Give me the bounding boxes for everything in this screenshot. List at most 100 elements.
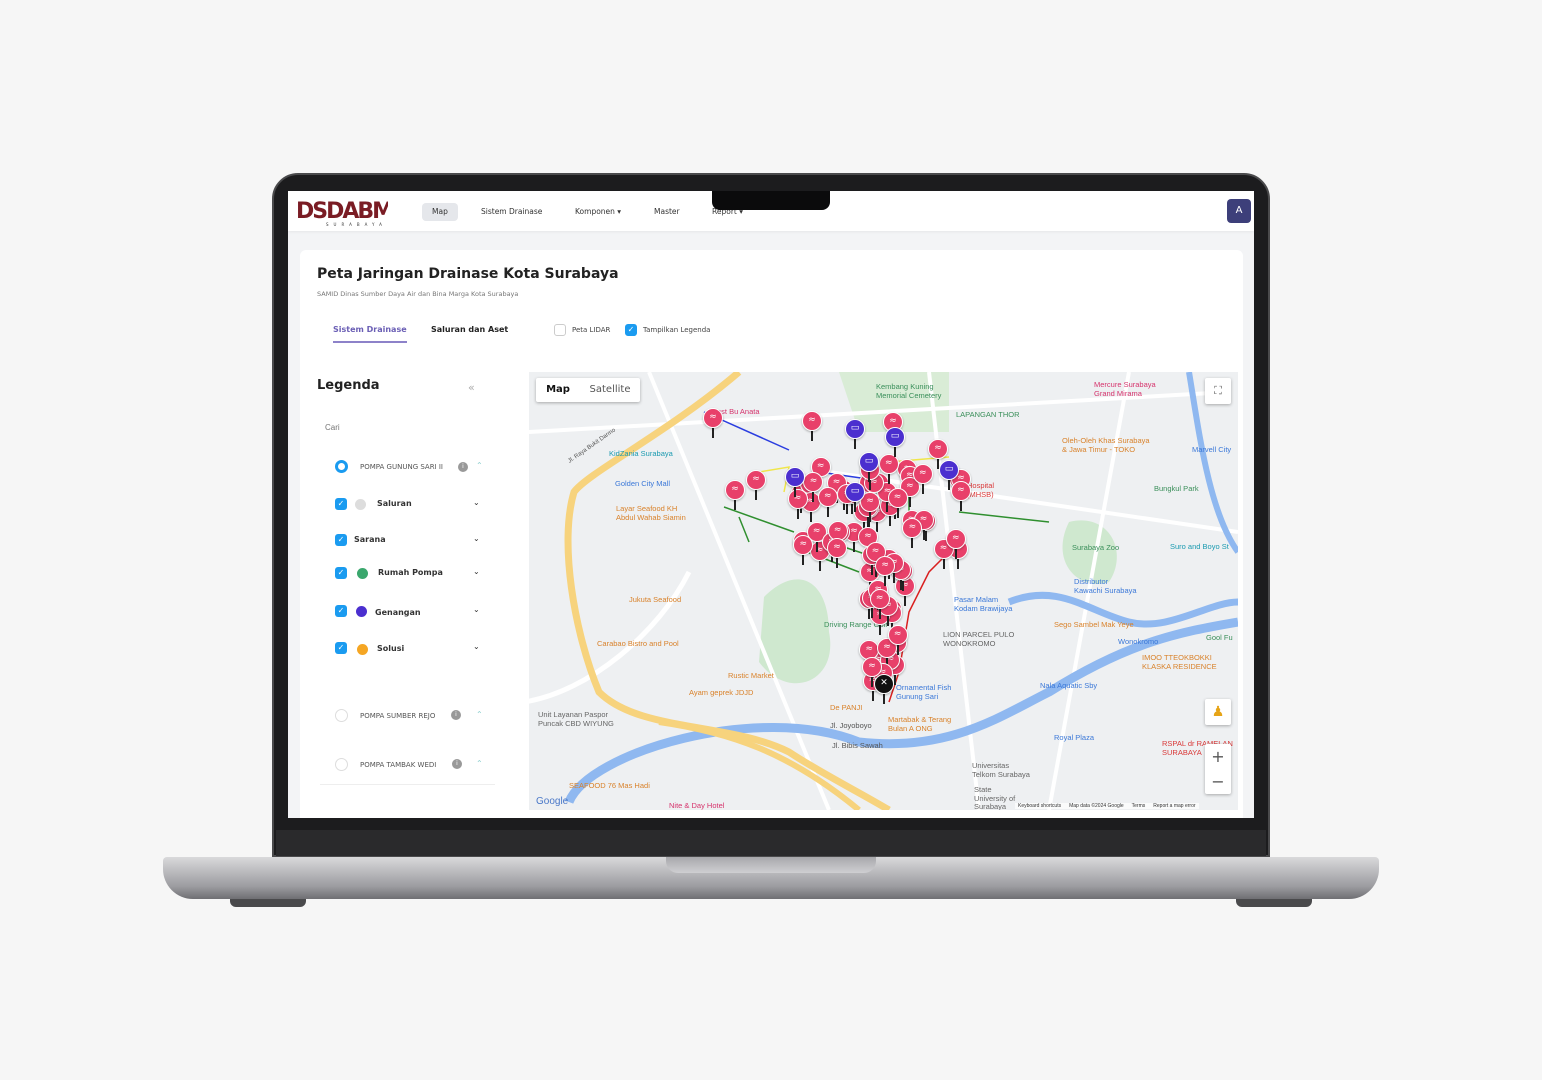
map-marker[interactable]: ≈	[869, 588, 890, 609]
chevron-up-icon[interactable]: ⌃	[476, 710, 483, 719]
map-place-label[interactable]: Bungkul Park	[1154, 484, 1199, 494]
map-place-label[interactable]: De PANJI	[830, 703, 862, 713]
map-marker[interactable]: ▭	[885, 427, 905, 447]
layer-checkbox[interactable]: ✓	[335, 498, 347, 510]
map-place-label[interactable]: Hospital (MHSB)	[967, 481, 994, 499]
map-marker[interactable]: ≈	[887, 625, 908, 646]
keyboard-shortcuts-link[interactable]: Keyboard shortcuts	[1018, 803, 1061, 809]
map-marker[interactable]: ≈	[787, 489, 808, 510]
map-place-label[interactable]: Mercure Surabaya Grand Mirama	[1094, 380, 1156, 398]
zoom-in-button[interactable]: +	[1205, 744, 1231, 769]
map-marker[interactable]: ▭	[785, 467, 805, 487]
layer-sarana[interactable]: ✓ Sarana ⌄	[335, 534, 485, 548]
layer-checkbox[interactable]: ✓	[335, 605, 347, 617]
fullscreen-icon[interactable]: ⛶	[1205, 378, 1231, 404]
terms-link[interactable]: Terms	[1132, 803, 1146, 809]
group-radio-sumber-rejo[interactable]	[335, 709, 348, 722]
avatar[interactable]: A	[1227, 199, 1251, 223]
map-place-label[interactable]: Surabaya Zoo	[1072, 543, 1119, 553]
map-marker[interactable]: ≈	[928, 439, 948, 459]
group-radio-gunung-sari[interactable]	[335, 460, 348, 473]
map-place-label[interactable]: SEAFOOD 76 Mas Hadi	[569, 781, 650, 791]
layer-genangan[interactable]: ✓ Genangan ⌄	[335, 605, 485, 619]
map-type-map-button[interactable]: Map	[536, 378, 580, 402]
layer-checkbox[interactable]: ✓	[335, 534, 347, 546]
layer-checkbox[interactable]: ✓	[335, 642, 347, 654]
map-place-label[interactable]: Nala Aquatic Sby	[1040, 681, 1097, 691]
tab-sistem-drainase[interactable]: Sistem Drainase	[333, 325, 407, 343]
tab-saluran-dan-aset[interactable]: Saluran dan Aset	[431, 325, 508, 334]
map-type-satellite-button[interactable]: Satellite	[580, 378, 640, 402]
map-place-label[interactable]: Nite & Day Hotel	[669, 801, 724, 810]
map-marker[interactable]: ≈	[887, 488, 908, 509]
layer-saluran[interactable]: ✓ Saluran ⌄	[335, 498, 485, 512]
layer-checkbox[interactable]: ✓	[335, 567, 347, 579]
map-marker[interactable]: ≈	[827, 538, 847, 559]
map-marker[interactable]: ▭	[939, 460, 959, 480]
street-view-pegman-icon[interactable]: ♟	[1205, 699, 1231, 725]
info-icon[interactable]: i	[458, 462, 468, 472]
map-marker[interactable]: ≈	[817, 487, 838, 508]
chevron-up-icon[interactable]: ⌃	[476, 759, 483, 768]
map-place-label[interactable]: Distributor Kawachi Surabaya	[1074, 577, 1137, 595]
map-place-label[interactable]: Golden City Mall	[615, 479, 670, 489]
chevron-up-icon[interactable]: ⌃	[476, 461, 483, 470]
report-map-error-link[interactable]: Report a map error	[1153, 803, 1195, 809]
map-marker[interactable]: ✕	[874, 674, 894, 694]
drainage-map[interactable]: Kembang Kuning Memorial Cemetery Mercure …	[529, 372, 1238, 810]
nav-map[interactable]: Map	[422, 203, 458, 221]
chevron-down-icon[interactable]: ⌄	[473, 642, 480, 651]
map-place-label[interactable]: Martabak & Terang Bulan A ONG	[888, 715, 951, 733]
map-place-label[interactable]: Unit Layanan Paspor Puncak CBD WIYUNG	[538, 710, 614, 728]
map-marker[interactable]: ▭	[845, 419, 865, 439]
map-marker[interactable]: ≈	[862, 656, 883, 677]
map-place-label[interactable]: Ayam geprek JDJD	[689, 688, 753, 698]
nav-sistem-drainase[interactable]: Sistem Drainase	[471, 203, 552, 221]
map-place-label[interactable]: Oleh-Oleh Khas Surabaya & Jawa Timur - T…	[1062, 436, 1150, 454]
double-chevron-left-icon[interactable]: «	[468, 381, 475, 394]
layer-solusi[interactable]: ✓ Solusi ⌄	[335, 642, 485, 656]
map-place-label[interactable]: Kembang Kuning Memorial Cemetery	[876, 382, 941, 400]
map-place-label[interactable]: Royal Plaza	[1054, 733, 1094, 743]
chevron-down-icon[interactable]: ⌄	[473, 498, 480, 507]
map-place-label[interactable]: LION PARCEL PULO WONOKROMO	[943, 630, 1014, 648]
map-place-label[interactable]: Jl. Bibis Sawah	[832, 741, 883, 751]
map-place-label[interactable]: LAPANGAN THOR	[956, 410, 1020, 420]
zoom-out-button[interactable]: −	[1205, 769, 1231, 794]
map-place-label[interactable]: State University of Surabaya	[974, 785, 1015, 810]
map-place-label[interactable]: KidZania Surabaya	[609, 449, 673, 459]
tampilkan-legenda-checkbox[interactable]: ✓	[625, 324, 637, 336]
layer-rumah-pompa[interactable]: ✓ Rumah Pompa ⌄	[335, 567, 485, 581]
map-place-label[interactable]: Rustic Market	[728, 671, 774, 681]
map-marker[interactable]: ≈	[912, 463, 933, 484]
nav-master[interactable]: Master	[644, 203, 690, 221]
info-icon[interactable]: i	[451, 710, 461, 720]
legend-search-input[interactable]	[317, 418, 492, 436]
map-place-label[interactable]: Marvell City	[1192, 445, 1231, 455]
map-place-label[interactable]: Pasar Malam Kodam Brawijaya	[954, 595, 1012, 613]
map-place-label[interactable]: Layar Seafood KH Abdul Wahab Siamin	[616, 504, 686, 522]
map-place-label[interactable]: Ornamental Fish Gunung Sari	[896, 683, 951, 701]
map-place-label[interactable]: Sego Sambel Mak Yeye	[1054, 620, 1134, 630]
chevron-down-icon[interactable]: ⌄	[473, 534, 480, 543]
map-marker[interactable]: ≈	[725, 480, 745, 500]
map-marker[interactable]: ≈	[746, 470, 766, 490]
info-icon[interactable]: i	[452, 759, 462, 769]
map-place-label[interactable]: Suro and Boyo St	[1170, 542, 1229, 552]
map-marker[interactable]: ▭	[859, 452, 879, 472]
map-place-label[interactable]: Jl. Joyoboyo	[830, 721, 872, 731]
map-place-label[interactable]: Wonokromo	[1118, 637, 1158, 647]
map-place-label[interactable]: Carabao Bistro and Pool	[597, 639, 679, 649]
map-place-label[interactable]: Jukuta Seafood	[629, 595, 681, 605]
logo[interactable]: DSDABM SURABAYA	[296, 197, 394, 231]
chevron-down-icon[interactable]: ⌄	[473, 605, 480, 614]
map-place-label[interactable]: Universitas Telkom Surabaya	[972, 761, 1030, 779]
map-marker[interactable]: ≈	[703, 408, 723, 428]
map-place-label[interactable]: Gool Fu	[1206, 633, 1233, 643]
map-marker[interactable]: ≈	[878, 454, 899, 475]
peta-lidar-checkbox[interactable]	[554, 324, 566, 336]
group-radio-tambak-wedi[interactable]	[335, 758, 348, 771]
nav-komponen[interactable]: Komponen ▾	[565, 203, 631, 221]
map-marker[interactable]: ≈	[802, 411, 822, 431]
map-place-label[interactable]: IMOO TTEOKBOKKI KLASKA RESIDENCE	[1142, 653, 1217, 671]
